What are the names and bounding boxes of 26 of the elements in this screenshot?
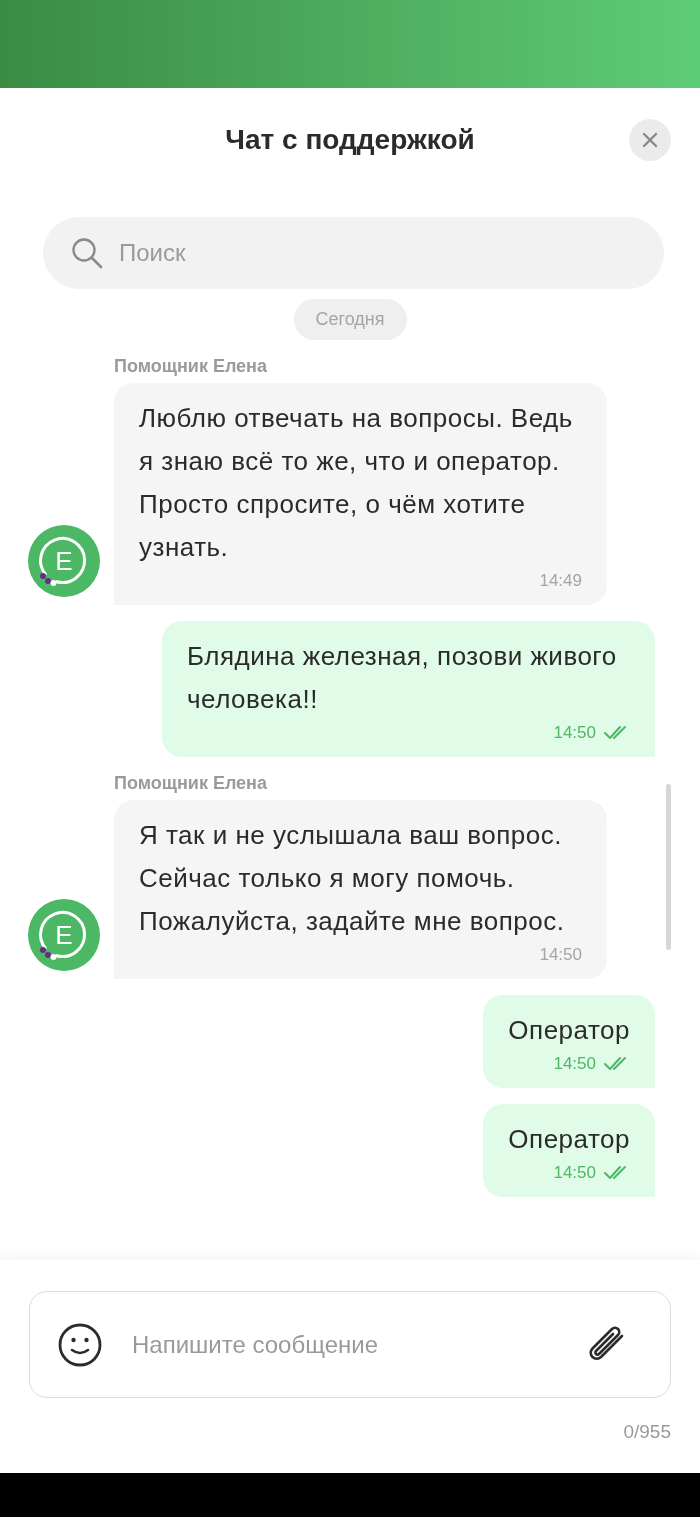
message-time: 14:49 — [539, 571, 582, 591]
smiley-icon — [58, 1322, 102, 1367]
message-time: 14:50 — [553, 1163, 596, 1183]
sender-name: Помощник Елена — [114, 773, 267, 794]
window-title: Чат с поддержкой — [225, 124, 475, 156]
search-field[interactable]: Поиск — [43, 217, 664, 289]
character-counter: 0/955 — [623, 1421, 671, 1443]
avatar-icon: Е — [28, 525, 100, 597]
message-input[interactable]: Напишите сообщение — [130, 1329, 556, 1360]
message-text: Оператор — [508, 1123, 630, 1156]
message-time: 14:50 — [539, 945, 582, 965]
search-icon — [71, 237, 103, 269]
close-icon — [642, 132, 658, 148]
message-text: Блядина железная, позови живого человека!! — [187, 640, 618, 716]
message-text: Я так и не услышала ваш вопрос. Сейчас только я могу помочь. Пожалуйста, задайте мне вопрос. — [139, 819, 566, 938]
message-text: Оператор — [508, 1014, 630, 1047]
avatar-icon: Е — [28, 899, 100, 971]
scrollbar[interactable] — [666, 784, 671, 950]
search-input[interactable]: Поиск — [117, 238, 664, 268]
emoji-button[interactable] — [58, 1322, 102, 1367]
message-time: 14:50 — [553, 1054, 596, 1074]
sender-name: Помощник Елена — [114, 356, 267, 377]
message-text: Люблю отвечать на вопросы. Ведь я знаю всё то же, что и оператор. Просто спросите, о чём хотите узнать. — [139, 402, 574, 564]
message-time: 14:50 — [553, 723, 596, 743]
date-separator: Сегодня — [293, 299, 407, 340]
close-button[interactable] — [629, 119, 671, 161]
